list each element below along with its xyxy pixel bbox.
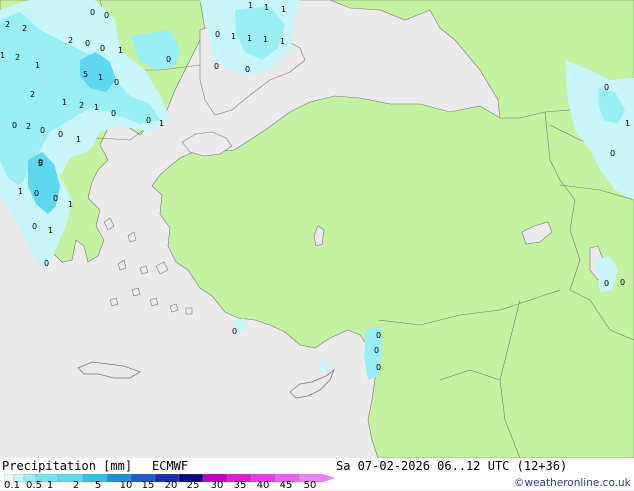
- legend-tick: 45: [279, 480, 293, 491]
- precipitation-title: Precipitation [mm]: [2, 459, 133, 473]
- precip-value-label: 5: [83, 70, 88, 79]
- precip-value-label: 0: [40, 126, 45, 135]
- precip-value-label: 1: [281, 5, 286, 14]
- precip-value-label: 2: [68, 36, 73, 45]
- precip-value-label: 1: [248, 1, 253, 10]
- legend-tick: 35: [233, 480, 247, 491]
- credit[interactable]: ©weatheronline.co.uk: [514, 477, 631, 489]
- precip-value-label: 1: [98, 73, 103, 82]
- precip-value-label: 0: [146, 116, 151, 125]
- legend-tick: 10: [119, 480, 133, 491]
- precip-value-label: 1: [62, 98, 67, 107]
- precip-value-label: 5: [38, 159, 43, 168]
- forecast-datetime: Sa 07-02-2026 06..12 UTC (12+36): [336, 459, 568, 473]
- precip-value-label: 1: [263, 35, 268, 44]
- precip-value-label: 0: [166, 55, 171, 64]
- precip-value-label: 0: [58, 130, 63, 139]
- precip-value-label: 0: [604, 279, 609, 288]
- precip-value-label: 0: [214, 62, 219, 71]
- precip-value-label: 2: [5, 20, 10, 29]
- precip-value-label: 1: [159, 119, 164, 128]
- legend-tick: 2: [72, 480, 80, 491]
- precip-value-label: 2: [22, 24, 27, 33]
- legend-tick: 1: [46, 480, 54, 491]
- precip-sea-small: [318, 360, 330, 372]
- precip-value-label: 0: [604, 83, 609, 92]
- precip-value-label: 0: [232, 327, 237, 336]
- precip-value-label: 1: [231, 32, 236, 41]
- precip-value-label: 0: [90, 8, 95, 17]
- model-name: ECMWF: [152, 459, 189, 473]
- precip-value-label: 1: [35, 61, 40, 70]
- precip-value-label: 0: [245, 65, 250, 74]
- legend-tick: 15: [141, 480, 155, 491]
- precip-value-label: 1: [247, 34, 252, 43]
- precip-value-label: 0: [610, 149, 615, 158]
- precip-value-label: 0: [32, 222, 37, 231]
- precip-value-label: 2: [26, 122, 31, 131]
- precip-value-label: 1: [48, 226, 53, 235]
- precip-value-label: 0: [53, 194, 58, 203]
- precip-value-label: 1: [118, 46, 123, 55]
- precip-value-label: 0: [376, 331, 381, 340]
- precip-value-label: 0: [620, 278, 625, 287]
- precip-value-label: 1: [18, 187, 23, 196]
- legend-tick: 40: [256, 480, 270, 491]
- legend-tick: 0.5: [26, 480, 42, 491]
- precip-value-label: 0: [376, 363, 381, 372]
- legend-tick: 5: [94, 480, 102, 491]
- precip-value-label: 1: [76, 135, 81, 144]
- precip-value-label: 0: [114, 78, 119, 87]
- precip-value-label: 1: [68, 200, 73, 209]
- precip-value-label: 2: [15, 53, 20, 62]
- legend-tick: 50: [303, 480, 317, 491]
- precip-value-label: 0: [215, 30, 220, 39]
- precip-value-label: 0: [12, 121, 17, 130]
- precip-value-label: 0: [104, 11, 109, 20]
- precip-value-label: 0: [44, 259, 49, 268]
- precip-value-label: 0: [111, 109, 116, 118]
- precip-value-label: 1: [264, 3, 269, 12]
- legend-tick: 20: [164, 480, 178, 491]
- precip-value-label: 1: [280, 37, 285, 46]
- precip-value-label: 1: [94, 103, 99, 112]
- precipitation-map: 202011 1 10 1 1 1 12 00 100 05 1021 2 100 10 2 0 0101 001…: [0, 0, 634, 458]
- precip-value-label: 2: [79, 101, 84, 110]
- precip-value-label: 0: [374, 346, 379, 355]
- precip-value-label: 2: [30, 90, 35, 99]
- legend-overflow-arrow: [323, 474, 334, 482]
- precip-value-label: 0: [34, 189, 39, 198]
- legend-swatch: [57, 474, 84, 483]
- legend-tick: 25: [186, 480, 200, 491]
- legend-tick: 30: [210, 480, 224, 491]
- legend-tick: 0.1: [4, 480, 20, 491]
- precip-value-label: 0: [100, 44, 105, 53]
- precip-value-label: 0: [85, 39, 90, 48]
- precip-value-label: 1: [625, 119, 630, 128]
- precip-value-label: 1: [0, 51, 5, 60]
